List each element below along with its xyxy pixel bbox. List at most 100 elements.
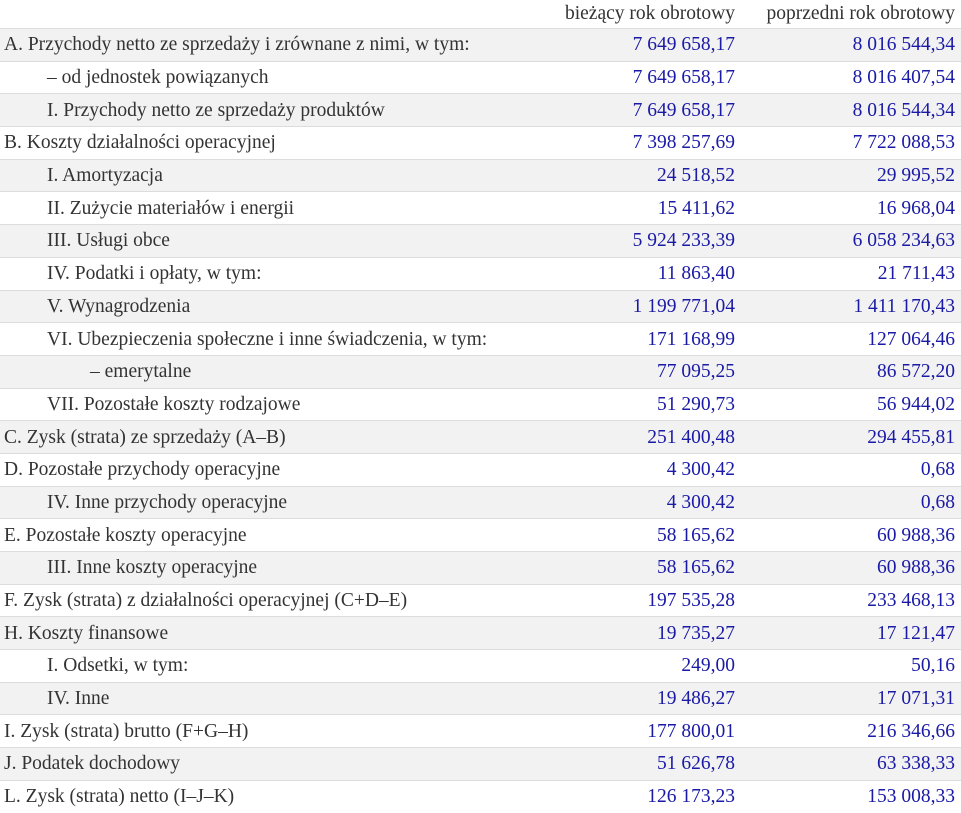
table-row: IV. Inne 19 486,27 17 071,31 <box>0 682 961 715</box>
row-current-value: 1 199 771,04 <box>632 295 735 317</box>
row-current-value: 4 300,42 <box>666 491 735 513</box>
table-row: VII. Pozostałe koszty rodzajowe 51 290,73… <box>0 388 961 421</box>
table-row: V. Wynagrodzenia 1 199 771,04 1 411 170,43 <box>0 290 961 323</box>
row-current-value: 7 649 658,17 <box>632 99 735 121</box>
row-previous-value: 8 016 544,34 <box>852 99 955 121</box>
row-previous-value: 16 968,04 <box>877 197 955 219</box>
row-current-value: 177 800,01 <box>647 720 735 742</box>
header-row: bieżący rok obrotowy poprzedni rok obrot… <box>0 0 961 29</box>
row-previous-value: 50,16 <box>911 655 955 677</box>
profit-loss-table: bieżący rok obrotowy poprzedni rok obrot… <box>0 0 961 813</box>
row-previous-value: 233 468,13 <box>867 590 955 612</box>
row-previous-value: 6 058 234,63 <box>852 230 955 252</box>
table-row: I. Przychody netto ze sprzedaży produktó… <box>0 93 961 127</box>
table-row: I. Amortyzacja 24 518,52 29 995,52 <box>0 159 961 192</box>
table-row: E. Pozostałe koszty operacyjne 58 165,62 6… <box>0 518 961 552</box>
row-label: I. Zysk (strata) brutto (F+G–H) <box>4 720 249 742</box>
table-row: F. Zysk (strata) z działalności operacyj… <box>0 584 961 617</box>
row-label: V. Wynagrodzenia <box>47 295 191 317</box>
row-label: H. Koszty finansowe <box>4 622 169 644</box>
row-current-value: 4 300,42 <box>666 459 735 481</box>
table-row: I. Odsetki, w tym: 249,00 50,16 <box>0 649 961 683</box>
row-label: B. Koszty działalności operacyjnej <box>4 132 276 154</box>
table-row: J. Podatek dochodowy 51 626,78 63 338,33 <box>0 747 961 781</box>
row-current-value: 58 165,62 <box>657 557 735 579</box>
table-row: I. Zysk (strata) brutto (F+G–H) 177 800,0… <box>0 714 961 748</box>
row-current-value: 5 924 233,39 <box>632 230 735 252</box>
row-current-value: 7 649 658,17 <box>632 34 735 56</box>
row-current-value: 51 290,73 <box>657 393 735 415</box>
row-previous-value: 8 016 544,34 <box>852 34 955 56</box>
table-row: IV. Inne przychody operacyjne 4 300,42 0,6… <box>0 486 961 519</box>
row-label: E. Pozostałe koszty operacyjne <box>4 524 247 546</box>
row-current-value: 15 411,62 <box>657 197 735 219</box>
row-current-value: 126 173,23 <box>647 786 735 808</box>
row-label: I. Odsetki, w tym: <box>47 655 189 677</box>
row-label: – emerytalne <box>90 361 192 383</box>
row-label: L. Zysk (strata) netto (I–J–K) <box>4 786 235 808</box>
row-current-value: 7 649 658,17 <box>632 67 735 89</box>
row-current-value: 77 095,25 <box>657 361 735 383</box>
row-current-value: 11 863,40 <box>657 263 735 285</box>
table-row: – emerytalne 77 095,25 86 572,20 <box>0 355 961 389</box>
table-row: III. Usługi obce 5 924 233,39 6 058 234,63 <box>0 224 961 258</box>
row-previous-value: 21 711,43 <box>877 263 955 285</box>
row-previous-value: 63 338,33 <box>877 753 955 775</box>
row-previous-value: 127 064,46 <box>867 328 955 350</box>
header-current-year: bieżący rok obrotowy <box>541 0 741 29</box>
row-previous-value: 29 995,52 <box>877 165 955 187</box>
row-label: II. Zużycie materiałów i energii <box>47 197 295 219</box>
row-current-value: 58 165,62 <box>657 524 735 546</box>
row-previous-value: 17 121,47 <box>877 622 955 644</box>
row-label: III. Usługi obce <box>47 230 170 252</box>
row-current-value: 197 535,28 <box>647 590 735 612</box>
row-previous-value: 1 411 170,43 <box>853 295 955 317</box>
row-label: – od jednostek powiązanych <box>47 67 269 89</box>
row-previous-value: 0,68 <box>920 491 955 513</box>
table-row: A. Przychody netto ze sprzedaży i zrówna… <box>0 28 961 62</box>
row-label: I. Przychody netto ze sprzedaży produktó… <box>47 99 385 121</box>
row-previous-value: 294 455,81 <box>867 426 955 448</box>
table-row: II. Zużycie materiałów i energii 15 411,6… <box>0 191 961 225</box>
row-label: VI. Ubezpieczenia społeczne i inne świad… <box>47 328 488 350</box>
row-label: C. Zysk (strata) ze sprzedaży (A–B) <box>4 426 286 448</box>
row-previous-value: 8 016 407,54 <box>852 67 955 89</box>
row-label: IV. Inne <box>47 688 110 710</box>
table-row: C. Zysk (strata) ze sprzedaży (A–B) 251 4… <box>0 420 961 454</box>
table-body: A. Przychody netto ze sprzedaży i zrówna… <box>0 28 961 813</box>
row-label: III. Inne koszty operacyjne <box>47 557 258 579</box>
row-current-value: 19 486,27 <box>657 688 735 710</box>
row-label: I. Amortyzacja <box>47 165 163 187</box>
row-previous-value: 86 572,20 <box>877 361 955 383</box>
row-previous-value: 17 071,31 <box>877 688 955 710</box>
table-header: bieżący rok obrotowy poprzedni rok obrot… <box>0 0 961 29</box>
row-label: IV. Podatki i opłaty, w tym: <box>47 263 262 285</box>
row-previous-value: 153 008,33 <box>867 786 955 808</box>
row-previous-value: 0,68 <box>920 459 955 481</box>
row-current-value: 51 626,78 <box>657 753 735 775</box>
row-previous-value: 60 988,36 <box>877 524 955 546</box>
table-row: B. Koszty działalności operacyjnej 7 398 … <box>0 126 961 160</box>
table-row: D. Pozostałe przychody operacyjne 4 300,4… <box>0 453 961 487</box>
row-current-value: 24 518,52 <box>657 165 735 187</box>
row-previous-value: 216 346,66 <box>867 720 955 742</box>
row-current-value: 19 735,27 <box>657 622 735 644</box>
row-current-value: 251 400,48 <box>647 426 735 448</box>
row-label: D. Pozostałe przychody operacyjne <box>4 459 281 481</box>
table-row: H. Koszty finansowe 19 735,27 17 121,47 <box>0 616 961 650</box>
table-row: VI. Ubezpieczenia społeczne i inne świad… <box>0 322 961 356</box>
row-label: J. Podatek dochodowy <box>4 753 181 775</box>
row-previous-value: 56 944,02 <box>877 393 955 415</box>
row-previous-value: 60 988,36 <box>877 557 955 579</box>
table-row: L. Zysk (strata) netto (I–J–K) 126 173,23… <box>0 780 961 813</box>
row-label: A. Przychody netto ze sprzedaży i zrówna… <box>4 34 470 56</box>
row-current-value: 7 398 257,69 <box>632 132 735 154</box>
table-row: IV. Podatki i opłaty, w tym: 11 863,40 21 … <box>0 257 961 290</box>
row-previous-value: 7 722 088,53 <box>852 132 955 154</box>
table-row: III. Inne koszty operacyjne 58 165,62 60 9… <box>0 551 961 585</box>
row-current-value: 171 168,99 <box>647 328 735 350</box>
row-current-value: 249,00 <box>681 655 735 677</box>
row-label: F. Zysk (strata) z działalności operacyj… <box>4 590 408 612</box>
header-previous-year: poprzedni rok obrotowy <box>741 0 961 29</box>
table-row: – od jednostek powiązanych 7 649 658,17 8 … <box>0 61 961 94</box>
